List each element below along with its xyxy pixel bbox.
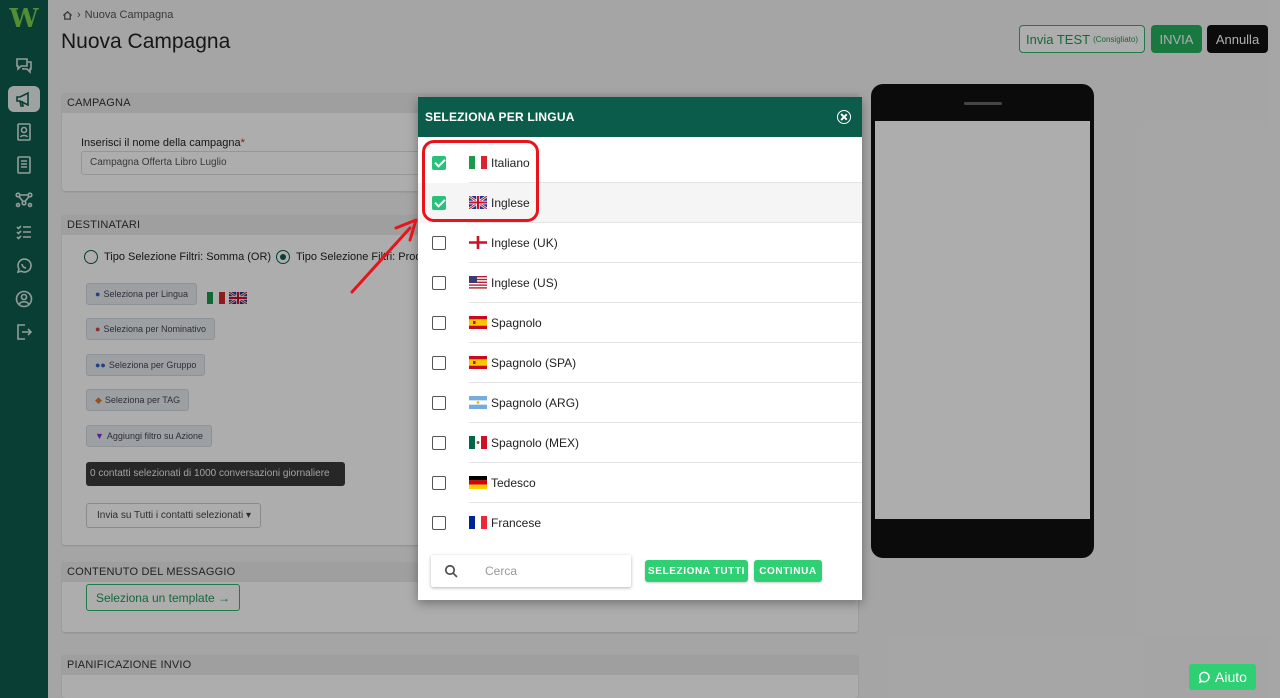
flag-spain-icon: [469, 316, 487, 329]
language-row-spagnolo-arg[interactable]: Spagnolo (ARG): [418, 383, 862, 423]
checkbox[interactable]: [432, 516, 446, 530]
modal-footer: Cerca SELEZIONA TUTTI CONTINUA: [418, 542, 862, 600]
language-row-spagnolo-mex[interactable]: Spagnolo (MEX): [418, 423, 862, 463]
search-placeholder: Cerca: [485, 564, 518, 578]
language-label: Inglese (US): [491, 276, 558, 290]
language-row-inglese-us[interactable]: Inglese (US): [418, 263, 862, 303]
flag-germany-icon: [469, 476, 487, 489]
language-label: Spagnolo (SPA): [491, 356, 577, 370]
select-all-button[interactable]: SELEZIONA TUTTI: [645, 560, 748, 582]
search-input[interactable]: Cerca: [431, 555, 631, 587]
language-label: Spagnolo (MEX): [491, 436, 580, 450]
flag-spain-icon: [469, 356, 487, 369]
continue-button[interactable]: CONTINUA: [754, 560, 822, 582]
checkbox[interactable]: [432, 276, 446, 290]
language-row-tedesco[interactable]: Tedesco: [418, 463, 862, 503]
help-button[interactable]: Aiuto: [1189, 664, 1256, 690]
language-row-spagnolo-spa[interactable]: Spagnolo (SPA): [418, 343, 862, 383]
checkbox[interactable]: [432, 316, 446, 330]
flag-mexico-icon: [469, 436, 487, 449]
modal-header: SELEZIONA PER LINGUA: [418, 97, 862, 137]
modal-title: SELEZIONA PER LINGUA: [425, 110, 575, 124]
checkbox[interactable]: [432, 396, 446, 410]
language-label: Francese: [491, 516, 542, 530]
language-label: Inglese (UK): [491, 236, 558, 250]
annotation-arrow-icon: [350, 218, 418, 294]
checkbox[interactable]: [432, 356, 446, 370]
language-label: Spagnolo: [491, 316, 542, 330]
search-icon: [444, 564, 458, 578]
language-label: Tedesco: [491, 476, 536, 490]
flag-england-icon: [469, 236, 487, 249]
language-label: Spagnolo (ARG): [491, 396, 580, 410]
annotation-highlight-box: [422, 140, 539, 222]
language-row-inglese-uk[interactable]: Inglese (UK): [418, 223, 862, 263]
flag-argentina-icon: [469, 396, 487, 409]
flag-france-icon: [469, 516, 487, 529]
language-row-spagnolo[interactable]: Spagnolo: [418, 303, 862, 343]
help-label: Aiuto: [1215, 669, 1247, 685]
close-icon[interactable]: [837, 110, 851, 124]
flag-usa-icon: [469, 276, 487, 289]
checkbox[interactable]: [432, 476, 446, 490]
language-row-francese[interactable]: Francese: [418, 503, 862, 542]
whatsapp-icon: [1198, 671, 1210, 683]
checkbox[interactable]: [432, 436, 446, 450]
checkbox[interactable]: [432, 236, 446, 250]
